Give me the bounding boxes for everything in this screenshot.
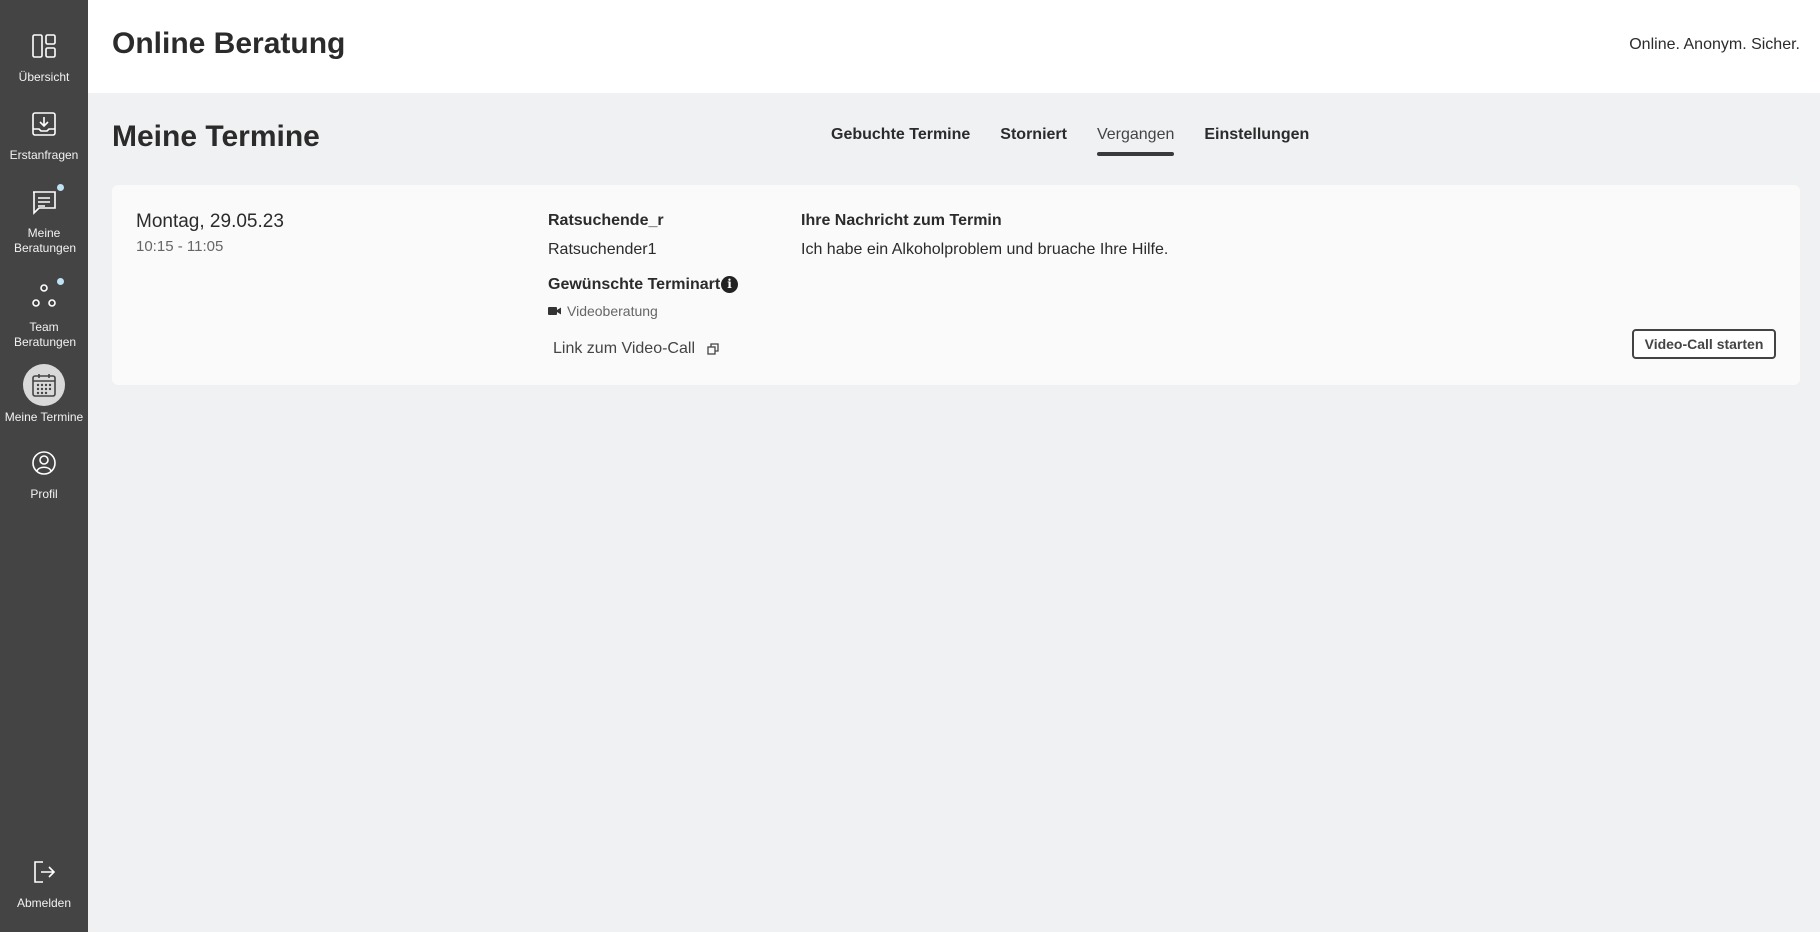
sidebar: Übersicht Erstanfragen Meine Beratungen <box>0 0 88 932</box>
profile-icon <box>24 443 64 483</box>
chat-icon <box>24 182 64 222</box>
sidebar-item-label: Meine Beratungen <box>14 226 77 255</box>
appointment-type: Videoberatung <box>548 303 658 319</box>
sidebar-item-erstanfragen[interactable]: Erstanfragen <box>0 104 88 163</box>
info-icon[interactable]: i <box>721 276 738 293</box>
logout-icon <box>24 852 64 892</box>
video-call-link-label: Link zum Video-Call <box>553 340 695 357</box>
asker-name: Ratsuchende_r <box>548 212 664 229</box>
notification-dot <box>57 278 64 285</box>
appointment-type-value: Videoberatung <box>567 303 658 319</box>
appointment-time: 10:15 - 11:05 <box>136 238 224 255</box>
team-icon <box>24 276 64 316</box>
notification-dot <box>57 184 64 191</box>
appointment-card: Montag, 29.05.23 10:15 - 11:05 Ratsuchen… <box>112 185 1800 385</box>
logout-button[interactable]: Abmelden <box>0 852 88 911</box>
page-title: Meine Termine <box>112 120 320 153</box>
copy-icon[interactable] <box>707 343 719 355</box>
sidebar-item-meine-beratungen[interactable]: Meine Beratungen <box>0 182 88 256</box>
sidebar-item-label: Team Beratungen <box>14 320 77 349</box>
sidebar-item-meine-termine[interactable]: Meine Termine <box>0 364 88 425</box>
appointment-date: Montag, 29.05.23 <box>136 211 284 232</box>
inbox-icon <box>24 104 64 144</box>
tab-vergangen[interactable]: Vergangen <box>1096 126 1175 156</box>
asker-username: Ratsuchender1 <box>548 241 657 258</box>
appointment-type-label: Gewünschte Terminart <box>548 276 721 293</box>
tab-gebuchte-termine[interactable]: Gebuchte Termine <box>831 126 970 156</box>
video-call-link[interactable]: Link zum Video-Call <box>553 340 719 358</box>
sidebar-item-team-beratungen[interactable]: Team Beratungen <box>0 276 88 350</box>
logout-label: Abmelden <box>16 896 72 910</box>
sidebar-item-label: Profil <box>30 487 58 501</box>
message-title: Ihre Nachricht zum Termin <box>801 212 1002 229</box>
start-video-call-button[interactable]: Video-Call starten <box>1632 329 1776 359</box>
video-camera-icon <box>548 307 561 315</box>
tab-einstellungen[interactable]: Einstellungen <box>1204 126 1309 156</box>
sidebar-item-label: Übersicht <box>18 70 70 84</box>
app-claim: Online. Anonym. Sicher. <box>1629 36 1800 53</box>
calendar-icon <box>23 364 65 406</box>
appointment-tabs: Gebuchte Termine Storniert Vergangen Ein… <box>831 126 1309 156</box>
sidebar-item-label: Meine Termine <box>4 410 84 424</box>
sidebar-item-uebersicht[interactable]: Übersicht <box>0 26 88 85</box>
message-text: Ich habe ein Alkoholproblem und bruache … <box>801 241 1169 258</box>
sidebar-item-profil[interactable]: Profil <box>0 443 88 502</box>
app-title: Online Beratung <box>112 27 346 60</box>
sidebar-item-label: Erstanfragen <box>9 148 79 162</box>
app-header: Online Beratung Online. Anonym. Sicher. <box>88 0 1820 93</box>
overview-icon <box>24 26 64 66</box>
tab-storniert[interactable]: Storniert <box>1000 126 1067 156</box>
